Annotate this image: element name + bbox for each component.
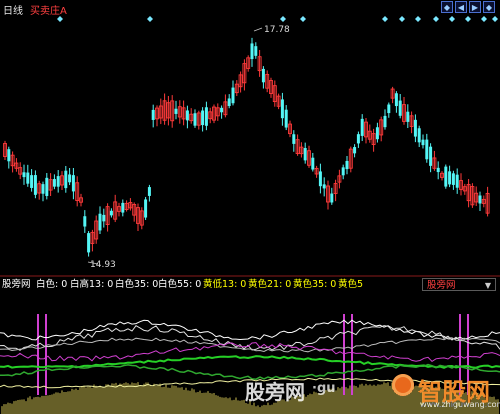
candle-body xyxy=(193,113,197,126)
candle-body xyxy=(318,171,322,187)
candle-body xyxy=(30,175,34,188)
skip-end-icon[interactable]: ◆ xyxy=(483,1,495,13)
prev-icon[interactable]: ◀ xyxy=(455,1,467,13)
candle-body xyxy=(478,195,482,204)
legend-item: 白色55: 0 xyxy=(158,279,202,290)
candle-body xyxy=(303,148,307,161)
candle-body xyxy=(383,115,387,128)
candle-body xyxy=(322,184,326,189)
high-price-label: 17.78 xyxy=(264,25,290,35)
candle-body xyxy=(83,216,87,227)
candle-body xyxy=(448,171,452,185)
legend-item: 白高13: 0 xyxy=(70,279,114,290)
candle-body xyxy=(68,174,72,183)
chart-canvas: 17.78 14.93 xyxy=(0,0,500,414)
chevron-down-icon: ▼ xyxy=(484,281,491,290)
candle-body xyxy=(451,173,455,185)
candle-body xyxy=(394,93,398,107)
candle-body xyxy=(151,109,155,120)
candle-body xyxy=(64,170,68,189)
legend-item: 黄低13: 0 xyxy=(203,279,247,290)
legend-item: 股旁网 xyxy=(2,279,31,290)
candle-body xyxy=(436,167,440,173)
candle-body xyxy=(52,179,56,187)
candle-body xyxy=(33,175,37,195)
candle-body xyxy=(406,111,410,122)
candle-body xyxy=(102,214,106,222)
candle-body xyxy=(26,172,30,184)
candle-body xyxy=(345,160,349,170)
skip-start-icon[interactable]: ◆ xyxy=(441,1,453,13)
candle-body xyxy=(375,127,379,140)
candle-body xyxy=(417,128,421,143)
watermark-text: ·gu xyxy=(312,381,336,396)
indicator-tab-label: 股旁网 xyxy=(427,280,456,291)
chart-header: 日线 买卖庄A ◆ ◀ ▶ ◆ xyxy=(0,0,500,17)
candle-body xyxy=(455,174,459,188)
candle-body xyxy=(398,100,402,116)
candle-body xyxy=(121,202,125,213)
legend-item: 黄色35: 0 xyxy=(293,279,337,290)
candle-body xyxy=(429,146,433,166)
legend-item: 黄色21: 0 xyxy=(248,279,292,290)
candle-body xyxy=(231,87,235,104)
candle-body xyxy=(280,99,284,119)
candle-body xyxy=(56,176,60,187)
candle-body xyxy=(98,213,102,231)
watermark-url: www.zhiguwang.com xyxy=(420,400,500,409)
candle-body xyxy=(7,149,11,162)
candle-body xyxy=(444,166,448,187)
candle-body xyxy=(284,109,288,128)
candle-body xyxy=(356,134,360,144)
candle-body xyxy=(425,139,429,160)
candle-body xyxy=(22,172,26,178)
period-label[interactable]: 日线 xyxy=(3,2,23,17)
legend-item: 白色35: 0 xyxy=(115,279,159,290)
candle-body xyxy=(45,177,49,196)
candle-body xyxy=(185,110,189,121)
indicator-tab-select[interactable]: 股旁网 ▼ xyxy=(422,278,496,291)
candle-body xyxy=(413,119,417,137)
candle-body xyxy=(144,199,148,218)
watermark-text: 股旁网 xyxy=(245,380,305,404)
candle-body xyxy=(220,107,224,113)
candle-body xyxy=(421,139,425,146)
candle-body xyxy=(109,210,113,216)
candle-body xyxy=(204,107,208,126)
candle-body xyxy=(261,68,265,83)
legend-item: 黄色5 xyxy=(338,279,364,290)
indicator-title[interactable]: 买卖庄A xyxy=(30,2,67,17)
candle-body xyxy=(353,147,357,154)
candle-body xyxy=(292,134,296,144)
low-price-label: 14.93 xyxy=(90,260,116,270)
candle-body xyxy=(147,187,151,196)
candle-body xyxy=(71,175,75,192)
candle-body xyxy=(174,108,178,114)
candle-body xyxy=(254,46,258,56)
logo-icon xyxy=(392,374,414,396)
candle-body xyxy=(387,104,391,114)
candle-body xyxy=(360,118,364,136)
candle-body xyxy=(41,184,45,194)
candle-body xyxy=(250,43,254,60)
candle-body xyxy=(341,167,345,176)
candle-body xyxy=(201,110,205,126)
candle-body xyxy=(87,233,91,253)
candle-body xyxy=(227,98,231,107)
candle-body xyxy=(311,157,315,170)
legend-item: 白色: 0 xyxy=(36,279,68,290)
candle-body xyxy=(330,193,334,203)
next-icon[interactable]: ▶ xyxy=(469,1,481,13)
